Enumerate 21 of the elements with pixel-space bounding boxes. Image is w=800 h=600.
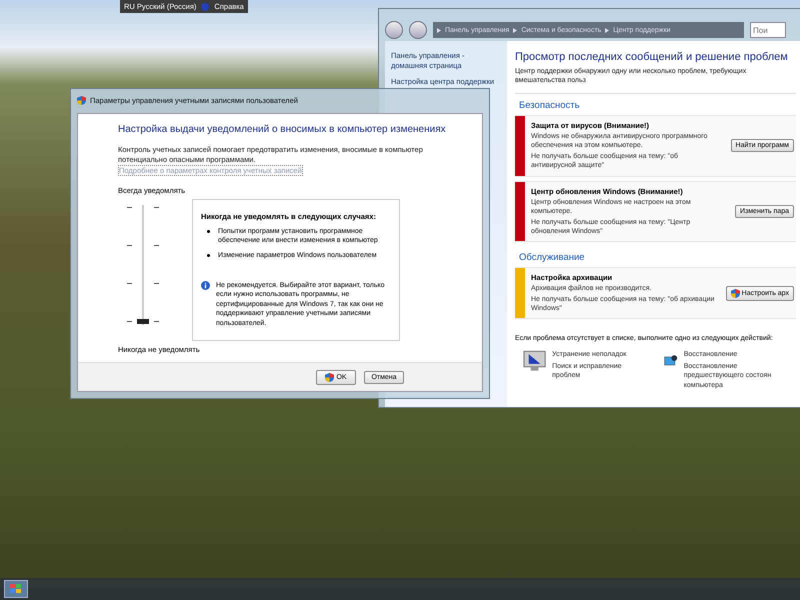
bullet-icon [207, 254, 210, 258]
chevron-icon [605, 28, 610, 32]
back-button[interactable] [385, 21, 403, 39]
search-field[interactable]: Пои [750, 22, 786, 38]
section-heading[interactable]: Обслуживание [515, 246, 796, 267]
page-title: Просмотр последних сообщений и решение проблем [515, 51, 789, 63]
help-icon [201, 2, 210, 10]
dialog-heading: Настройка выдачи уведомлений о вносимых в компьютер изменениях [118, 124, 447, 135]
section-heading[interactable]: Безопасность [515, 94, 796, 116]
slider-thumb[interactable] [137, 318, 149, 324]
shield-icon [77, 96, 86, 104]
shield-icon [730, 288, 740, 298]
windows-logo-icon [10, 584, 22, 594]
shield-icon [325, 372, 334, 382]
info-icon [201, 280, 210, 290]
bullet-icon [207, 230, 210, 232]
monitor-icon [523, 350, 546, 372]
chevron-icon [437, 28, 441, 32]
forward-button[interactable] [409, 21, 427, 39]
start-button[interactable] [4, 580, 28, 598]
chevron-icon [513, 28, 518, 32]
